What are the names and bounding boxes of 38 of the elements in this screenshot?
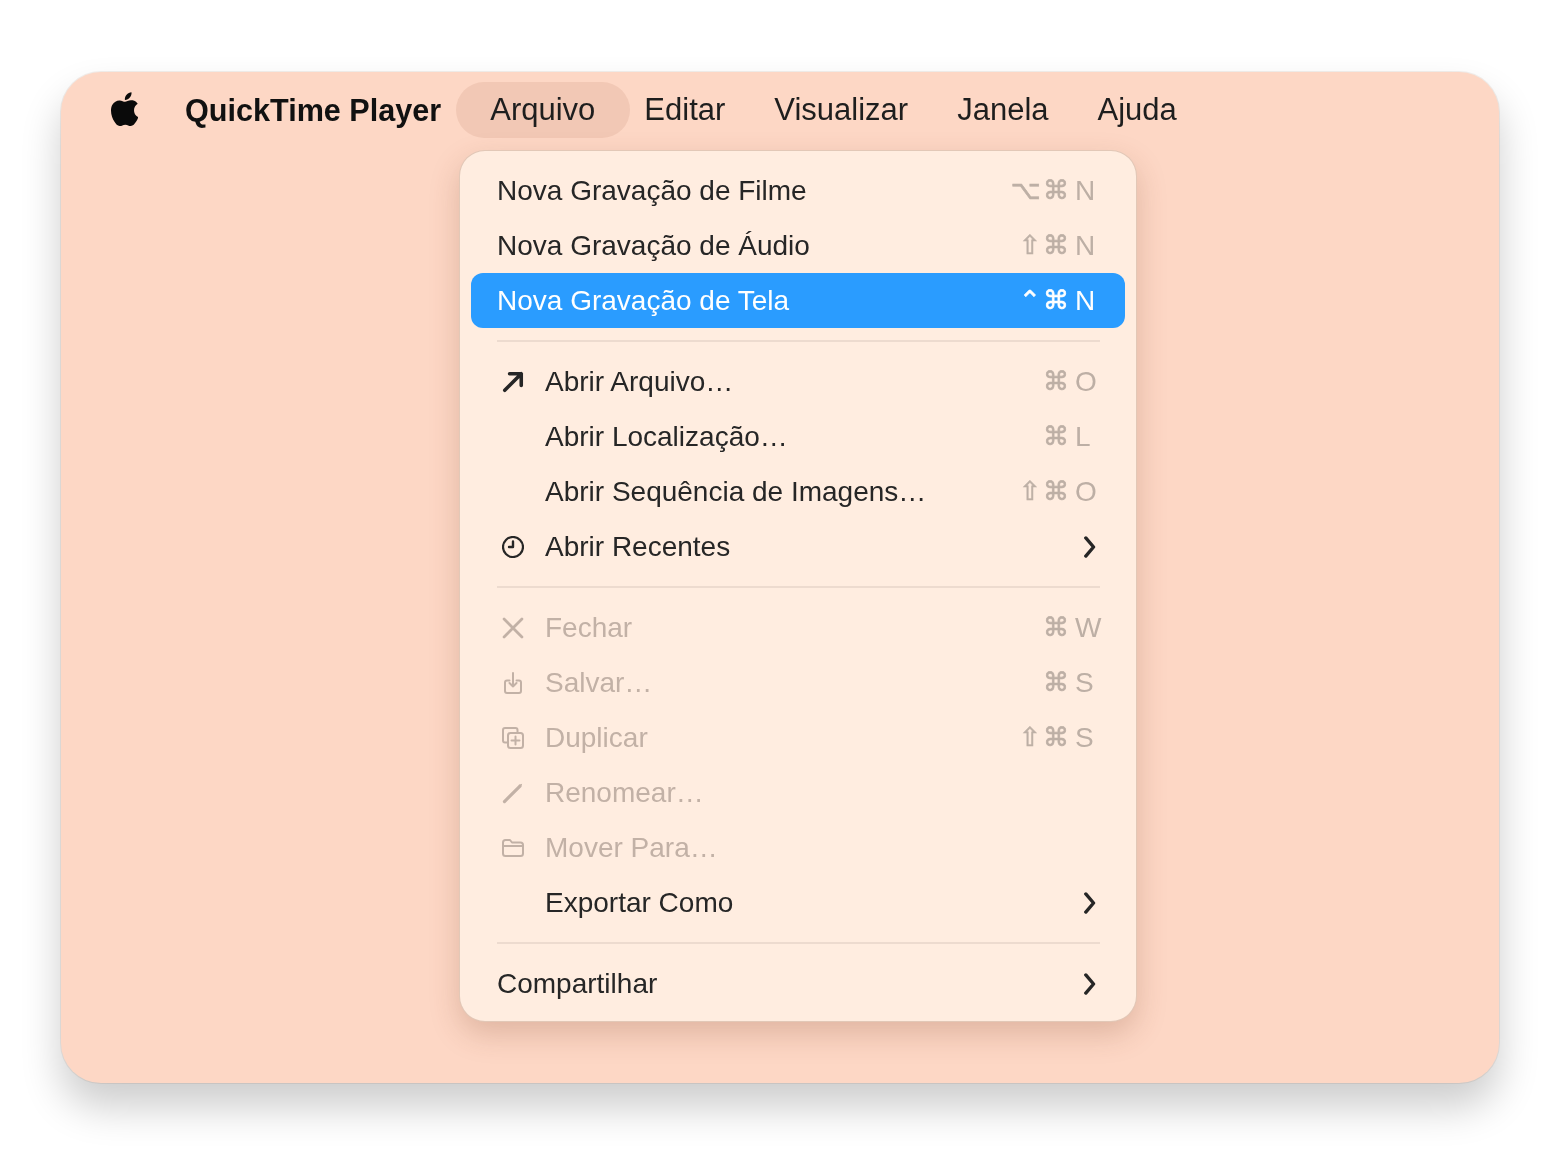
menu-bar-item[interactable]: Ajuda (1073, 82, 1202, 138)
shortcut-key: W (1075, 606, 1103, 649)
shortcut-key: L (1075, 415, 1103, 458)
menu-item[interactable]: Abrir Localização… ⌘ L (471, 409, 1125, 464)
arrow-icon (502, 370, 524, 393)
shortcut-key: N (1075, 279, 1103, 322)
shortcut-key: O (1075, 470, 1103, 513)
modifier-keys: ⇧ ⌘ (1018, 226, 1069, 265)
menu-bar-item[interactable]: Visualizar (749, 82, 933, 138)
menu-item[interactable]: Abrir Arquivo… ⌘ O (471, 354, 1125, 409)
folder-icon (502, 836, 524, 859)
menu-item[interactable]: Nova Gravação de Filme ⌥ ⌘ N (471, 163, 1125, 218)
menu-item[interactable]: Nova Gravação de Áudio ⇧ ⌘ N (471, 218, 1125, 273)
shortcut-key: S (1075, 716, 1103, 759)
app-menu[interactable]: QuickTime Player (185, 82, 442, 138)
pencil-icon (502, 781, 524, 804)
menu-bar-item[interactable]: Janela (932, 82, 1073, 138)
shortcut-key: O (1075, 360, 1103, 403)
close-icon (502, 616, 524, 639)
modifier-keys: ⌘ (1043, 608, 1069, 647)
shortcut-key: N (1075, 169, 1103, 212)
menu-item[interactable]: Compartilhar (471, 956, 1125, 1011)
menu-item[interactable]: Exportar Como (471, 875, 1125, 930)
shortcut-key: S (1075, 661, 1103, 704)
menu-item[interactable]: Abrir Sequência de Imagens… ⇧ ⌘ O (471, 464, 1125, 519)
download-icon (502, 671, 524, 694)
modifier-keys: ⇧ ⌘ (1018, 472, 1069, 511)
shortcut-key: N (1075, 224, 1103, 267)
modifier-keys: ⌘ (1043, 417, 1069, 456)
modifier-keys: ⌘ (1043, 362, 1069, 401)
modifier-keys: ⌘ (1043, 663, 1069, 702)
clock-icon (502, 535, 524, 558)
modifier-keys: ⌥ ⌘ (1010, 171, 1069, 210)
menu-item[interactable]: Abrir Recentes (471, 519, 1125, 574)
duplicate-icon (502, 726, 524, 749)
modifier-keys: ⇧ ⌘ (1018, 718, 1069, 757)
menu-bar-item[interactable]: Arquivo (455, 82, 630, 138)
modifier-keys: ⌃ ⌘ (1018, 281, 1069, 320)
